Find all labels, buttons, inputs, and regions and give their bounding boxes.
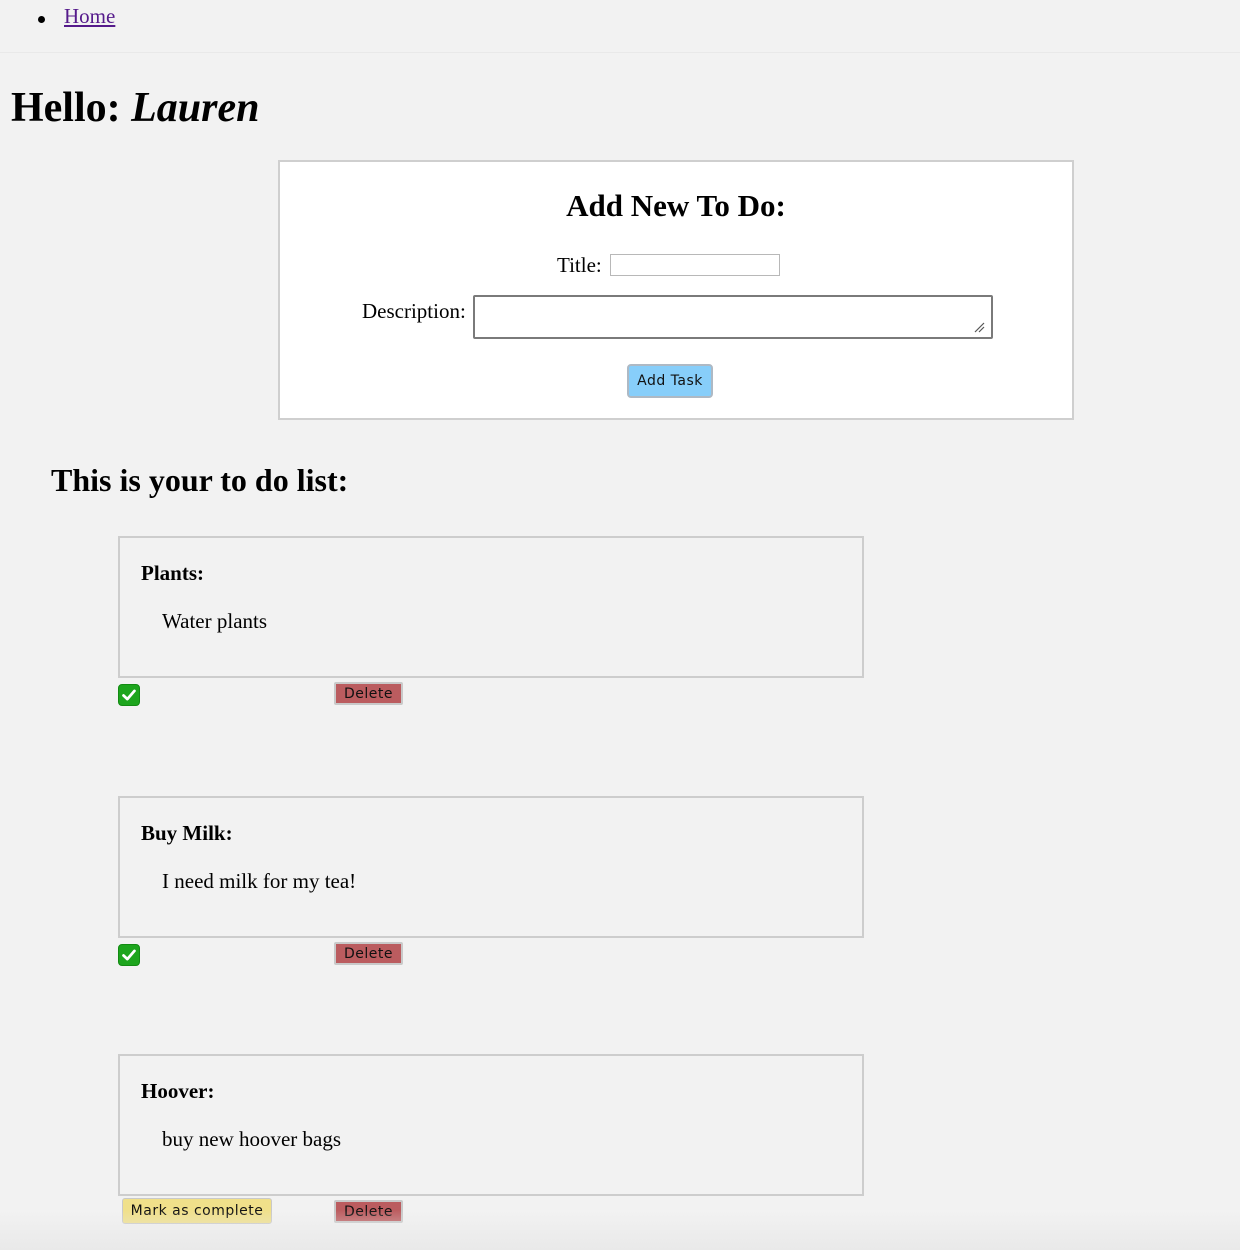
greeting-heading: Hello: Lauren (11, 84, 260, 132)
todo-description: buy new hoover bags (162, 1127, 342, 1151)
add-todo-heading: Add New To Do: (566, 188, 786, 223)
greeting-prefix: Hello: (11, 85, 132, 131)
description-label: Description: (362, 299, 466, 323)
todo-item-plants: Plants: Water plants Delete (118, 536, 864, 706)
bullet-icon (38, 16, 45, 23)
add-task-button[interactable]: Add Task (627, 364, 713, 398)
delete-button[interactable]: Delete (334, 942, 403, 965)
resize-grip-icon[interactable] (973, 321, 985, 333)
user-name: Lauren (131, 85, 260, 131)
todo-title: Hoover: (141, 1079, 215, 1103)
delete-button[interactable]: Delete (334, 1200, 403, 1223)
todo-card: Buy Milk: I need milk for my tea! (118, 796, 864, 938)
check-mark-button-icon (118, 684, 140, 706)
mark-complete-button[interactable]: Mark as complete (122, 1198, 272, 1224)
top-nav: Home (0, 0, 1240, 53)
todo-description: I need milk for my tea! (162, 869, 357, 893)
add-todo-form: Add New To Do: Title: Description: Add T… (278, 160, 1074, 420)
todo-card: Plants: Water plants (118, 536, 864, 678)
description-textarea[interactable] (473, 295, 993, 339)
todo-title: Buy Milk: (141, 821, 233, 845)
todo-list-heading: This is your to do list: (51, 462, 349, 498)
delete-button[interactable]: Delete (334, 682, 403, 705)
todo-item-hoover: Hoover: buy new hoover bags Mark as comp… (118, 1054, 864, 1224)
todo-description: Water plants (162, 609, 268, 633)
todo-item-buy-milk: Buy Milk: I need milk for my tea! Delete (118, 796, 864, 966)
title-label: Title: (557, 253, 602, 277)
title-input[interactable] (610, 254, 780, 276)
check-mark-button-icon (118, 944, 140, 966)
todo-title: Plants: (141, 561, 204, 585)
home-link[interactable]: Home (64, 4, 115, 29)
todo-card: Hoover: buy new hoover bags (118, 1054, 864, 1196)
